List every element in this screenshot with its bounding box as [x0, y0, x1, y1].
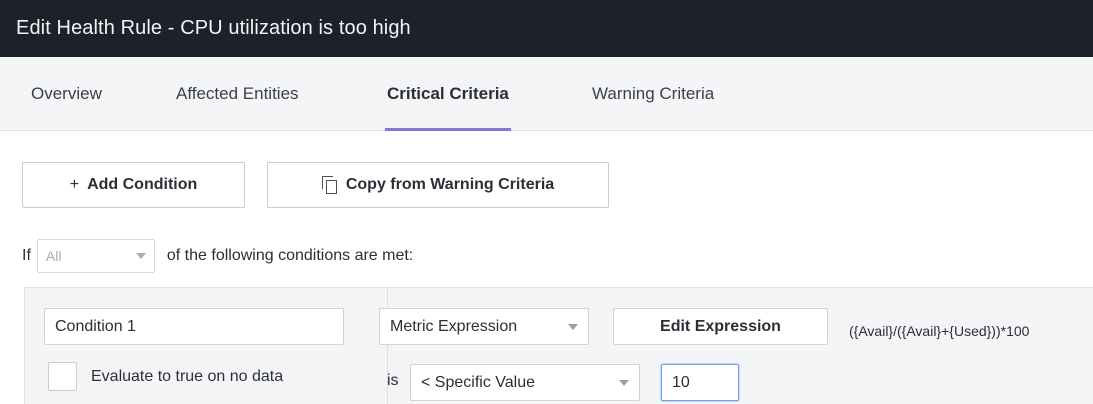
match-condition-row: If All of the following conditions are m…	[22, 239, 413, 273]
copy-icon	[321, 176, 338, 194]
edit-expression-button[interactable]: Edit Expression	[613, 308, 828, 345]
title-bar: Edit Health Rule - CPU utilization is to…	[0, 0, 1093, 57]
metric-type-select[interactable]: Metric Expression	[379, 308, 589, 345]
condition-name-input[interactable]: Condition 1	[44, 308, 344, 345]
chevron-down-icon	[619, 379, 629, 386]
chevron-down-icon	[568, 323, 578, 330]
threshold-value-input[interactable]: 10	[661, 364, 739, 401]
evaluate-no-data-checkbox[interactable]	[48, 362, 77, 391]
tab-affected-entities[interactable]: Affected Entities	[176, 57, 299, 131]
chevron-down-icon	[135, 253, 146, 259]
threshold-value: 10	[672, 373, 690, 391]
add-condition-button[interactable]: + Add Condition	[22, 162, 245, 208]
copy-from-warning-button[interactable]: Copy from Warning Criteria	[267, 162, 609, 208]
edit-expression-label: Edit Expression	[660, 317, 781, 335]
tab-critical-criteria[interactable]: Critical Criteria	[385, 57, 511, 131]
tab-bar: Overview Affected Entities Critical Crit…	[0, 57, 1093, 131]
condition-panel: Condition 1 Evaluate to true on no data …	[24, 287, 1093, 404]
match-suffix-label: of the following conditions are met:	[166, 247, 414, 264]
evaluate-no-data-label: Evaluate to true on no data	[91, 367, 284, 385]
is-label: is	[387, 372, 399, 389]
operator-value: < Specific Value	[421, 373, 535, 391]
operator-select[interactable]: < Specific Value	[410, 364, 640, 401]
metric-type-value: Metric Expression	[390, 317, 518, 335]
if-label: If	[22, 247, 31, 264]
copy-from-warning-label: Copy from Warning Criteria	[345, 176, 555, 193]
add-condition-label: Add Condition	[87, 176, 198, 193]
match-mode-value: All	[45, 248, 62, 264]
evaluate-no-data-row: Evaluate to true on no data	[48, 362, 283, 391]
tab-warning-criteria[interactable]: Warning Criteria	[592, 57, 714, 131]
expression-text: ({Avail}/({Avail}+{Used}))*100	[849, 323, 1030, 339]
plus-icon: +	[69, 176, 80, 193]
condition-name-value: Condition 1	[55, 317, 136, 335]
tab-overview[interactable]: Overview	[31, 57, 102, 131]
window-title: Edit Health Rule - CPU utilization is to…	[16, 17, 411, 39]
match-mode-select[interactable]: All	[36, 239, 155, 273]
